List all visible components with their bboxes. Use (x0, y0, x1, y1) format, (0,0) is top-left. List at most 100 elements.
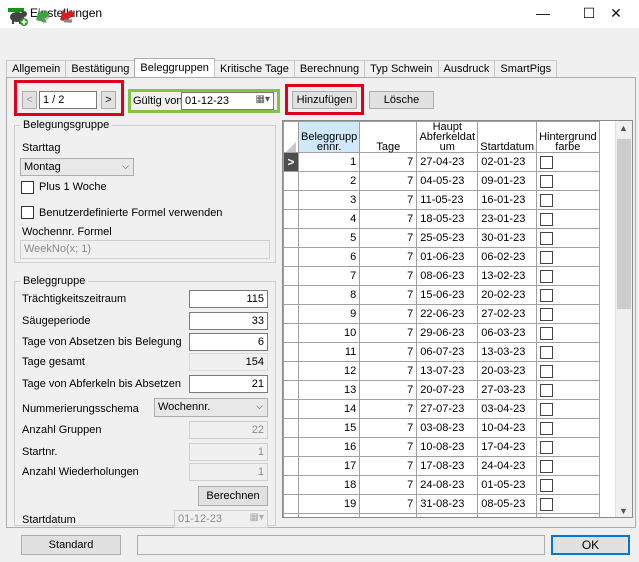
cell-abferkeldatum[interactable]: 01-06-23 (416, 247, 479, 267)
berechnen-button[interactable]: Berechnen (198, 486, 268, 506)
col-header-beleggruppennr[interactable]: Beleggrupp ennr. (297, 121, 361, 153)
row-header[interactable] (283, 418, 299, 438)
cell-abferkeldatum[interactable]: 27-04-23 (416, 152, 479, 172)
cell-hintergrundfarbe[interactable] (536, 513, 600, 517)
cell-hintergrundfarbe[interactable] (536, 247, 600, 267)
background-color-checkbox[interactable] (540, 459, 554, 473)
tab-bestaetigung[interactable]: Bestätigung (65, 60, 136, 78)
cell-hintergrundfarbe[interactable] (536, 418, 600, 438)
table-row[interactable]: 11 7 06-07-23 13-03-23 (283, 342, 600, 362)
row-header[interactable] (283, 209, 299, 229)
row-header[interactable] (283, 190, 299, 210)
refresh-icon[interactable] (32, 5, 54, 27)
background-color-checkbox[interactable] (540, 174, 554, 188)
cell-abferkeldatum[interactable]: 27-07-23 (416, 399, 479, 419)
wiederholungen-input[interactable]: 1 (189, 463, 268, 481)
background-color-checkbox[interactable] (540, 307, 554, 321)
cell-hintergrundfarbe[interactable] (536, 380, 600, 400)
cell-hintergrundfarbe[interactable] (536, 190, 600, 210)
cell-startdatum[interactable]: 09-01-23 (477, 171, 538, 191)
row-header[interactable] (283, 399, 299, 419)
table-row[interactable]: 6 7 01-06-23 06-02-23 (283, 247, 600, 267)
cell-tage[interactable]: 7 (359, 475, 418, 495)
cell-beleggruppennr[interactable]: 12 (297, 361, 361, 381)
table-row[interactable]: 9 7 22-06-23 27-02-23 (283, 304, 600, 324)
cell-startdatum[interactable]: 27-02-23 (477, 304, 538, 324)
cell-tage[interactable]: 7 (359, 342, 418, 362)
prev-page-button[interactable]: < (22, 91, 37, 109)
background-color-checkbox[interactable] (540, 193, 554, 207)
cell-beleggruppennr[interactable]: 20 (297, 513, 361, 517)
col-header-hintergrundfarbe[interactable]: Hintergrund farbe (536, 121, 600, 153)
background-color-checkbox[interactable] (540, 402, 554, 416)
cell-hintergrundfarbe[interactable] (536, 266, 600, 286)
row-header[interactable] (283, 304, 299, 324)
cell-abferkeldatum[interactable]: 25-05-23 (416, 228, 479, 248)
table-row[interactable]: 15 7 03-08-23 10-04-23 (283, 418, 600, 438)
background-color-checkbox[interactable] (540, 250, 554, 264)
cell-tage[interactable]: 7 (359, 380, 418, 400)
table-row[interactable]: 13 7 20-07-23 27-03-23 (283, 380, 600, 400)
cell-tage[interactable]: 7 (359, 361, 418, 381)
cell-abferkeldatum[interactable]: 07-09-23 (416, 513, 479, 517)
cell-tage[interactable]: 7 (359, 494, 418, 514)
cell-startdatum[interactable]: 13-03-23 (477, 342, 538, 362)
cell-abferkeldatum[interactable]: 31-08-23 (416, 494, 479, 514)
tab-ausdruck[interactable]: Ausdruck (437, 60, 496, 78)
tab-typ-schwein[interactable]: Typ Schwein (364, 60, 439, 78)
cell-hintergrundfarbe[interactable] (536, 494, 600, 514)
cell-abferkeldatum[interactable]: 18-05-23 (416, 209, 479, 229)
cell-startdatum[interactable]: 01-05-23 (477, 475, 538, 495)
cell-startdatum[interactable]: 08-05-23 (477, 494, 538, 514)
minimize-button[interactable]: — (520, 0, 566, 28)
table-row[interactable]: 2 7 04-05-23 09-01-23 (283, 171, 600, 191)
cell-tage[interactable]: 7 (359, 171, 418, 191)
cell-abferkeldatum[interactable]: 13-07-23 (416, 361, 479, 381)
table-row[interactable]: 10 7 29-06-23 06-03-23 (283, 323, 600, 343)
saeuge-input[interactable]: 33 (189, 312, 268, 330)
background-color-checkbox[interactable] (540, 478, 554, 492)
cell-hintergrundfarbe[interactable] (536, 399, 600, 419)
cell-tage[interactable]: 7 (359, 266, 418, 286)
absetzen-input[interactable]: 6 (189, 333, 268, 351)
valid-from-date-field[interactable]: 01-12-23 ▦▾ (181, 92, 274, 110)
background-color-checkbox[interactable] (540, 326, 554, 340)
cell-hintergrundfarbe[interactable] (536, 475, 600, 495)
calendar-dropdown-icon[interactable]: ▦▾ (256, 94, 270, 105)
cell-beleggruppennr[interactable]: 10 (297, 323, 361, 343)
cell-hintergrundfarbe[interactable] (536, 209, 600, 229)
cell-tage[interactable]: 7 (359, 323, 418, 343)
cell-tage[interactable]: 7 (359, 399, 418, 419)
cell-hintergrundfarbe[interactable] (536, 342, 600, 362)
background-color-checkbox[interactable] (540, 440, 554, 454)
cell-hintergrundfarbe[interactable] (536, 456, 600, 476)
row-header[interactable] (283, 171, 299, 191)
cell-tage[interactable]: 7 (359, 304, 418, 324)
cell-beleggruppennr[interactable]: 19 (297, 494, 361, 514)
cell-tage[interactable]: 7 (359, 228, 418, 248)
row-header[interactable] (283, 513, 299, 517)
calendar-dropdown-icon[interactable]: ▦▾ (250, 512, 264, 523)
table-row[interactable]: 7 7 08-06-23 13-02-23 (283, 266, 600, 286)
table-row[interactable]: >1 7 27-04-23 02-01-23 (283, 152, 600, 172)
table-row[interactable]: 19 7 31-08-23 08-05-23 (283, 494, 600, 514)
cell-beleggruppennr[interactable]: 18 (297, 475, 361, 495)
table-row[interactable]: 12 7 13-07-23 20-03-23 (283, 361, 600, 381)
standard-button[interactable]: Standard (21, 535, 121, 555)
traechtigkeit-input[interactable]: 115 (189, 290, 268, 308)
background-color-checkbox[interactable] (540, 212, 554, 226)
ok-button[interactable]: OK (551, 535, 630, 555)
background-color-checkbox[interactable] (540, 364, 554, 378)
cell-tage[interactable]: 7 (359, 190, 418, 210)
cell-beleggruppennr[interactable]: 1 (297, 152, 361, 172)
next-page-button[interactable]: > (101, 91, 116, 109)
cell-abferkeldatum[interactable]: 20-07-23 (416, 380, 479, 400)
table-row[interactable]: 14 7 27-07-23 03-04-23 (283, 399, 600, 419)
cell-startdatum[interactable]: 23-01-23 (477, 209, 538, 229)
cell-hintergrundfarbe[interactable] (536, 152, 600, 172)
add-button[interactable]: Hinzufügen (292, 91, 357, 109)
col-header-abferkeldatum[interactable]: Haupt Abferkeldat um (416, 121, 479, 153)
cell-startdatum[interactable]: 13-02-23 (477, 266, 538, 286)
row-header[interactable] (283, 475, 299, 495)
col-header-tage[interactable]: Tage (359, 121, 418, 153)
